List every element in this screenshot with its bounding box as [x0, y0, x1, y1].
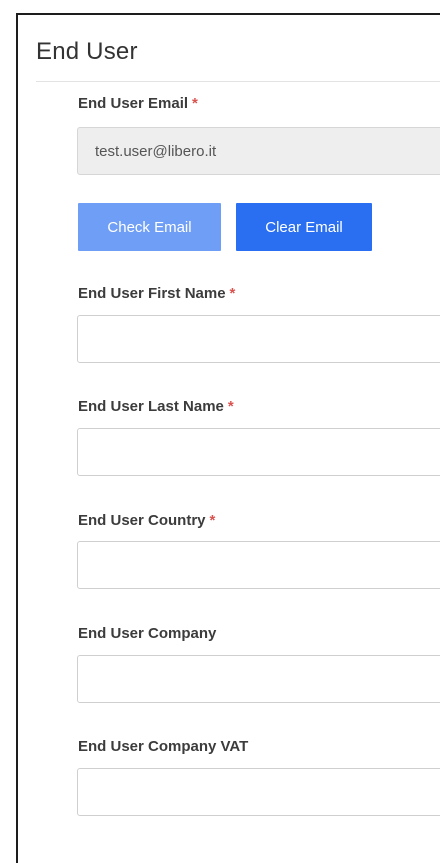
- required-asterisk: *: [209, 512, 216, 529]
- required-asterisk: *: [227, 398, 234, 415]
- title-divider: [36, 81, 440, 82]
- company-label-text: End User Company: [78, 625, 217, 642]
- required-asterisk: *: [229, 285, 236, 302]
- required-asterisk: *: [192, 95, 198, 112]
- country-field[interactable]: [77, 541, 440, 589]
- company-vat-field[interactable]: [77, 768, 440, 816]
- company-vat-label-text: End User Company VAT: [78, 738, 249, 755]
- first-name-field[interactable]: [77, 315, 440, 363]
- email-field[interactable]: [77, 127, 440, 175]
- last-name-label: End User Last Name *: [78, 398, 234, 415]
- country-label: End User Country *: [78, 512, 215, 529]
- first-name-label: End User First Name *: [78, 285, 235, 302]
- last-name-label-text: End User Last Name: [78, 398, 224, 415]
- section-title: End User: [36, 38, 138, 65]
- first-name-label-text: End User First Name: [78, 285, 226, 302]
- company-label: End User Company: [78, 625, 216, 642]
- clear-email-button[interactable]: Clear Email: [236, 203, 372, 251]
- email-label: End User Email *: [78, 95, 198, 112]
- company-vat-label: End User Company VAT: [78, 738, 248, 755]
- country-label-text: End User Country: [78, 512, 206, 529]
- last-name-field[interactable]: [77, 428, 440, 476]
- company-field[interactable]: [77, 655, 440, 703]
- email-label-text: End User Email: [78, 95, 189, 112]
- check-email-button[interactable]: Check Email: [78, 203, 221, 251]
